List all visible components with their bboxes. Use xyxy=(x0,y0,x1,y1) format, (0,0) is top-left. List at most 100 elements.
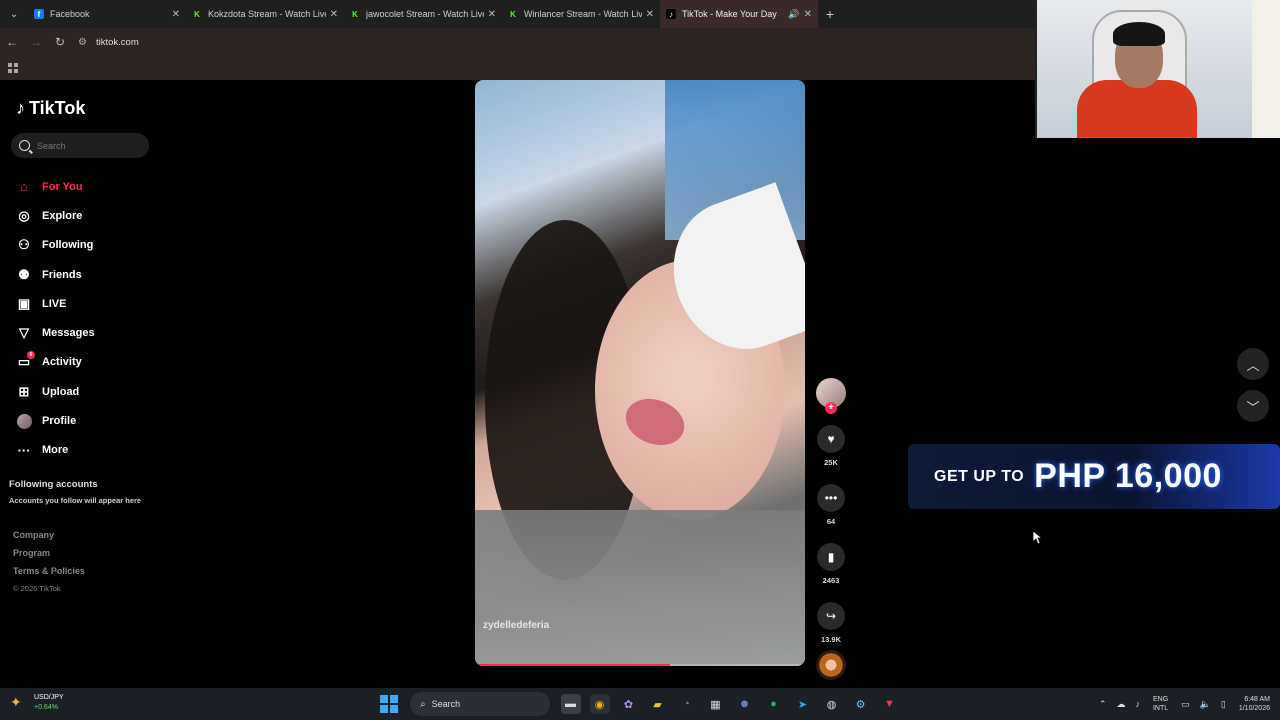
creator-avatar[interactable]: + xyxy=(816,378,846,414)
tab-title: Facebook xyxy=(50,9,90,19)
footer-link-terms[interactable]: Terms & Policies xyxy=(13,566,85,584)
sidebar-item-profile[interactable]: Profile xyxy=(16,406,95,435)
language-indicator[interactable]: ENG INTL xyxy=(1153,695,1168,713)
footer-link-company[interactable]: Company xyxy=(13,530,85,548)
webcam-hair xyxy=(1113,22,1165,46)
ticker-change: +0.64% xyxy=(34,704,58,711)
tray-app-icon[interactable]: ☁ xyxy=(1116,699,1125,710)
tab-close-icon[interactable]: ✕ xyxy=(330,9,338,20)
tab-close-icon[interactable]: ✕ xyxy=(804,9,812,20)
mouse-cursor-icon xyxy=(1032,530,1044,550)
video-username[interactable]: zydelledeferia xyxy=(483,620,549,631)
sidebar-item-label: Messages xyxy=(42,327,95,340)
taskbar-search-icon: ⌕ xyxy=(420,698,426,710)
tray-chevron-up-icon[interactable]: ⌃ xyxy=(1099,699,1107,710)
taskbar-search[interactable]: ⌕ Search xyxy=(410,692,550,716)
video-player[interactable]: zydelledeferia xyxy=(475,80,805,666)
task-view-icon[interactable]: ▬ xyxy=(560,694,581,714)
upload-icon: ⊞ xyxy=(18,383,30,399)
video-progress-bar[interactable] xyxy=(475,664,805,666)
pocket-icon[interactable]: ▼ xyxy=(880,694,900,714)
store-icon[interactable]: ▦ xyxy=(706,694,726,714)
sidebar-item-label: Upload xyxy=(42,385,80,398)
copilot-icon[interactable]: ✿ xyxy=(619,694,639,714)
tab-close-icon[interactable]: ✕ xyxy=(488,9,496,20)
new-tab-button[interactable]: + xyxy=(818,6,842,22)
profile-avatar-image xyxy=(16,413,32,429)
comment-icon[interactable]: ••• xyxy=(817,484,845,512)
sidebar-item-upload[interactable]: ⊞ Upload xyxy=(16,377,95,406)
tiktok-note-icon: ♪ xyxy=(16,98,25,118)
sidebar-item-live[interactable]: ▣ LIVE xyxy=(16,289,95,318)
sidebar-item-label: Friends xyxy=(42,268,82,281)
edge-icon[interactable]: ◔ xyxy=(677,694,697,714)
sidebar-item-following[interactable]: ⚇ Following xyxy=(16,231,95,260)
profile-avatar xyxy=(16,413,32,429)
back-arrow-icon[interactable]: ← xyxy=(0,35,24,49)
discord-icon[interactable]: ☻ xyxy=(735,694,755,714)
tab-title: Kokzdota Stream - Watch Live xyxy=(208,9,326,19)
sidebar-item-more[interactable]: ··· More xyxy=(16,436,95,465)
forward-arrow-icon[interactable]: → xyxy=(24,35,48,49)
tab-audio-icon[interactable]: 🔊 xyxy=(788,9,799,20)
address-bar-url: tiktok.com xyxy=(96,36,139,48)
clock[interactable]: 6:48 AM 1/10/2026 xyxy=(1239,695,1270,713)
spotify-icon[interactable]: ● xyxy=(764,694,784,714)
sidebar-item-friends[interactable]: ⚉ Friends xyxy=(16,260,95,289)
sidebar-item-messages[interactable]: ▽ Messages xyxy=(16,318,95,347)
tab-close-icon[interactable]: ✕ xyxy=(172,9,180,20)
sidebar-item-label: For You xyxy=(42,180,83,193)
windows-start-icon[interactable] xyxy=(380,695,398,713)
tiktok-logo[interactable]: ♪ TikTok xyxy=(16,98,85,119)
site-info-icon[interactable]: ⚙ xyxy=(78,37,96,48)
volume-icon[interactable]: 🔈 xyxy=(1200,699,1211,710)
obs-icon[interactable]: ◍ xyxy=(822,694,842,714)
search-input[interactable]: Search xyxy=(11,133,149,158)
network-icon[interactable]: ▭ xyxy=(1181,699,1190,710)
promo-lead: GET UP TO xyxy=(934,467,1025,485)
browser-tab[interactable]: Kjawocolet Stream - Watch Live ✕ xyxy=(344,0,502,28)
browser-tab[interactable]: ♪ TikTok - Make Your Day 🔊 ✕ xyxy=(660,0,818,28)
ticker-widget[interactable]: ✦ USD/JPY +0.64% xyxy=(10,693,64,713)
activity-icon: ▭ 6 xyxy=(16,351,35,370)
music-disc-icon[interactable] xyxy=(816,650,846,680)
kick-icon: K xyxy=(352,9,358,19)
ticker-icon: ✦ xyxy=(10,694,22,710)
microphone-icon[interactable]: ♪ xyxy=(1135,699,1140,709)
search-icon xyxy=(19,140,30,151)
webcam-overlay xyxy=(1035,0,1280,138)
tab-title: TikTok - Make Your Day xyxy=(682,9,777,19)
sidebar-item-for-you[interactable]: ⌂ For You xyxy=(16,172,95,201)
share-arrow-icon[interactable]: ↪ xyxy=(817,602,845,630)
tab-search-chevron-icon[interactable]: ⌄ xyxy=(0,0,28,28)
apps-grid-icon[interactable] xyxy=(8,63,18,73)
browser-tab[interactable]: f Facebook ✕ xyxy=(28,0,186,28)
browser-tab[interactable]: K Kokzdota Stream - Watch Live ✕ xyxy=(186,0,344,28)
bookmark-icon[interactable]: ▮ xyxy=(817,543,845,571)
telegram-icon[interactable]: ➤ xyxy=(793,694,813,714)
sidebar-footer: Company Program Terms & Policies © 2026 … xyxy=(13,530,85,602)
like-heart-icon[interactable]: ♥ xyxy=(817,425,845,453)
next-video-chevron-down-icon[interactable]: ﹀ xyxy=(1237,390,1269,422)
previous-video-chevron-up-icon[interactable]: ︿ xyxy=(1237,348,1269,380)
address-bar[interactable]: ⚙ tiktok.com xyxy=(78,31,1018,53)
live-icon: ▣ xyxy=(17,295,31,311)
sidebar-item-explore[interactable]: ◎ Explore xyxy=(16,201,95,230)
sidebar-item-label: More xyxy=(42,444,69,457)
promo-banner[interactable]: GET UP TO PHP 16,000 xyxy=(908,444,1280,509)
video-progress-fill xyxy=(475,664,670,666)
sidebar-item-activity[interactable]: ▭ 6 Activity xyxy=(16,348,95,377)
tab-close-icon[interactable]: ✕ xyxy=(646,9,654,20)
file-explorer-icon[interactable]: ▰ xyxy=(648,694,668,714)
search-placeholder: Search xyxy=(37,140,66,151)
language-top: ENG xyxy=(1152,696,1169,703)
chrome-icon[interactable]: ◉ xyxy=(589,694,610,714)
footer-link-program[interactable]: Program xyxy=(13,548,85,566)
comment-count: 64 xyxy=(826,517,836,526)
follow-plus-icon[interactable]: + xyxy=(825,402,837,414)
steam-icon[interactable]: ⚙ xyxy=(851,694,871,714)
browser-tab[interactable]: K Winlancer Stream - Watch Live ✕ xyxy=(502,0,660,28)
copyright: © 2026 TikTok xyxy=(13,584,61,593)
battery-icon[interactable]: ▯ xyxy=(1221,699,1226,710)
reload-icon[interactable]: ↻ xyxy=(48,35,72,49)
